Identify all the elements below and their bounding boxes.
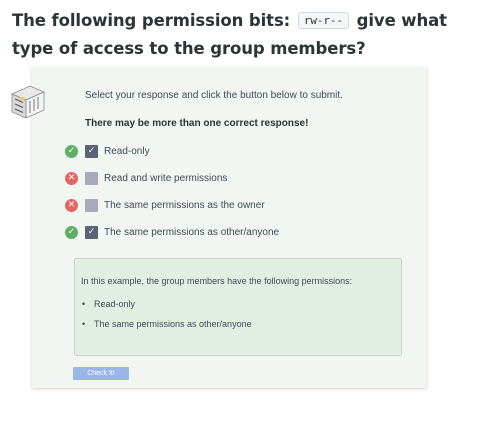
correct-check-icon: ✓ (65, 225, 78, 239)
explanation-list: Read-only The same permissions as other/… (81, 294, 252, 334)
server-rack-icon (11, 85, 45, 119)
option-checkbox[interactable] (85, 198, 98, 212)
incorrect-x-icon: ✕ (65, 198, 78, 212)
option-same-as-other[interactable]: ✓ ✓ The same permissions as other/anyone (65, 224, 279, 240)
explanation-item: Read-only (81, 294, 252, 314)
option-read-write[interactable]: ✕ Read and write permissions (65, 170, 227, 186)
explanation-intro: In this example, the group members have … (81, 276, 353, 286)
option-checkbox[interactable] (85, 171, 98, 185)
instructions-text: Select your response and click the butto… (85, 90, 343, 101)
option-label: Read and write permissions (104, 172, 228, 184)
explanation-item: The same permissions as other/anyone (81, 314, 252, 334)
multiple-answers-note: There may be more than one correct respo… (85, 118, 309, 129)
option-read-only[interactable]: ✓ ✓ Read-only (65, 143, 150, 159)
correct-check-icon: ✓ (65, 144, 78, 158)
option-label: The same permissions as other/anyone (104, 226, 280, 238)
question-prefix: The following permission bits: (12, 11, 291, 30)
permission-code: rw-r-- (297, 12, 349, 29)
option-checkbox[interactable]: ✓ (85, 144, 98, 158)
explanation-box: In this example, the group members have … (74, 258, 402, 356)
option-label: Read-only (104, 145, 150, 157)
option-same-as-owner[interactable]: ✕ The same permissions as the owner (65, 197, 265, 213)
check-it-button[interactable]: Check It! (73, 367, 129, 380)
incorrect-x-icon: ✕ (65, 171, 78, 185)
question-heading: The following permission bits: rw-r-- gi… (12, 8, 472, 62)
option-checkbox[interactable]: ✓ (85, 225, 98, 239)
option-label: The same permissions as the owner (104, 199, 265, 211)
